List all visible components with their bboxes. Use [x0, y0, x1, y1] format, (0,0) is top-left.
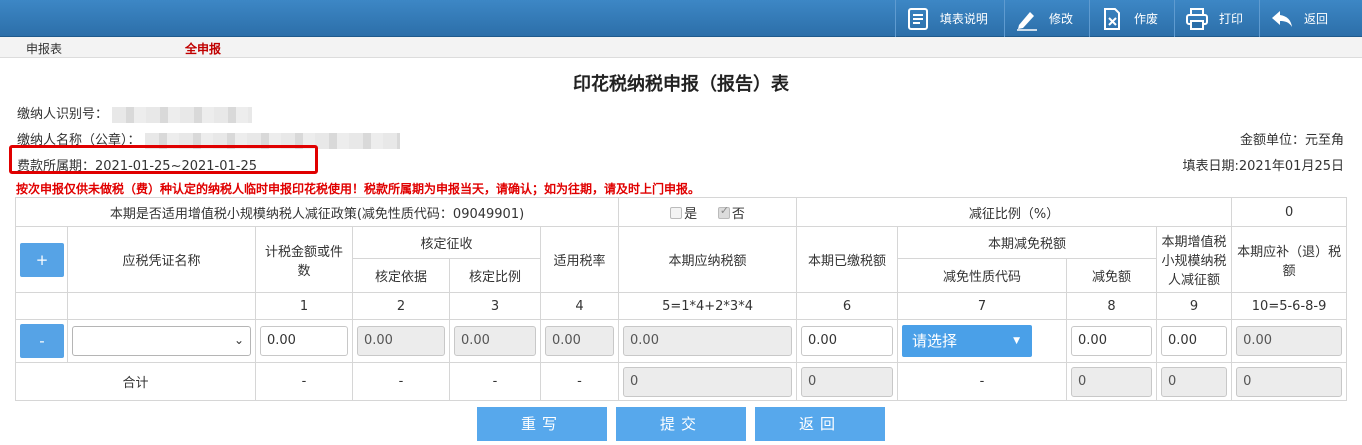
col-number: 4 — [539, 292, 620, 320]
taxpayer-id-redacted — [112, 106, 253, 123]
return-button[interactable]: 返回 — [1258, 0, 1344, 37]
warning-message: 按次申报仅供未做税（费）种认定的纳税人临时申报印花税使用！税款所属期为申报当天，… — [16, 182, 701, 196]
top-toolbar: 填表说明 修改 作废 打印 返回 — [0, 0, 1362, 37]
col-number: 2 — [352, 292, 450, 320]
pencil-icon — [1016, 11, 1037, 31]
col-number: 9 — [1156, 292, 1233, 320]
header-tax-due: 本期应补（退）税额 — [1231, 226, 1348, 293]
col-number: 3 — [449, 292, 541, 320]
col-number: 1 — [255, 292, 353, 320]
col-number: 5=1*4+2*3*4 — [618, 292, 798, 320]
header-row-1: + 应税凭证名称 计税金额或件数 核定征收 适用税率 本期应纳税额 本期已缴税额… — [15, 226, 1348, 293]
header-tax-rate: 适用税率 — [539, 226, 620, 293]
yes-checkbox[interactable] — [670, 206, 683, 219]
fill-instructions-button[interactable]: 填表说明 — [894, 0, 1004, 37]
void-label: 作废 — [1133, 12, 1158, 26]
void-button[interactable]: 作废 — [1088, 0, 1174, 37]
relief-code-value: 请选择 — [912, 332, 958, 350]
edit-button[interactable]: 修改 — [1003, 0, 1089, 37]
back-button[interactable]: 返回 — [755, 407, 885, 441]
return-label: 返回 — [1303, 12, 1328, 26]
total-vat-small-reduction: 0 — [1161, 366, 1228, 397]
tax-payable-field: 0.00 — [623, 326, 793, 356]
document-list-icon — [907, 7, 928, 30]
total-dash: - — [897, 362, 1068, 401]
form-actions: 重写 提交 返回 — [477, 407, 894, 441]
policy-row: 本期是否适用增值税小规模纳税人减征政策(减免性质代码：09049901) 是 否… — [14, 197, 1348, 227]
printer-icon — [1185, 7, 1208, 30]
taxable-amount-input[interactable]: 0.00 — [260, 326, 348, 356]
header-assessed-ratio: 核定比例 — [449, 258, 541, 293]
total-relief-amount: 0 — [1071, 366, 1153, 397]
header-tax-paid: 本期已缴税额 — [796, 226, 899, 293]
print-label: 打印 — [1218, 12, 1243, 26]
header-vat-small-reduction: 本期增值税小规模纳税人减征额 — [1156, 226, 1233, 293]
edit-label: 修改 — [1048, 12, 1073, 26]
policy-choice: 是 否 — [618, 197, 798, 227]
taxpayer-id-row: 缴纳人识别号： — [17, 103, 253, 123]
taxpayer-id-label: 缴纳人识别号： — [17, 107, 109, 122]
voucher-name-select[interactable]: ⌄ — [72, 326, 251, 356]
no-label: 否 — [731, 206, 745, 222]
back-arrow-icon — [1271, 10, 1292, 27]
column-number-row: 1 2 3 4 5=1*4+2*3*4 6 7 8 9 10=5-6-8-9 — [15, 292, 1348, 320]
tax-paid-input[interactable]: 0.00 — [801, 326, 894, 356]
breadcrumb-report[interactable]: 申报表 — [26, 40, 62, 57]
header-relief-code: 减免性质代码 — [897, 258, 1068, 293]
breadcrumb: 申报表 全申报 — [0, 37, 1362, 58]
assessed-basis-field: 0.00 — [357, 326, 445, 356]
header-taxable-amount: 计税金额或件数 — [255, 226, 353, 293]
header-tax-payable: 本期应纳税额 — [618, 226, 798, 293]
tax-declaration-table: 本期是否适用增值税小规模纳税人减征政策(减免性质代码：09049901) 是 否… — [14, 197, 1348, 401]
action-toolbar: 填表说明 修改 作废 打印 返回 — [894, 0, 1344, 37]
add-row-cell: + — [15, 226, 68, 293]
header-relief-amount: 减免额 — [1066, 258, 1158, 293]
col-number: 8 — [1066, 292, 1158, 320]
remove-row-cell: - — [15, 319, 68, 363]
policy-text: 本期是否适用增值税小规模纳税人减征政策(减免性质代码：09049901) — [14, 197, 620, 227]
submit-button[interactable]: 提交 — [616, 407, 746, 441]
no-checkbox[interactable] — [717, 204, 730, 219]
relief-code-select[interactable]: 请选择 ▼ — [902, 325, 1033, 357]
reduction-ratio-value: 0 — [1231, 197, 1348, 227]
remove-row-button[interactable]: - — [20, 324, 64, 358]
tax-due-field: 0.00 — [1236, 326, 1343, 356]
page-title: 印花税纳税申报（报告）表 — [573, 74, 789, 95]
col-number: 7 — [897, 292, 1068, 320]
header-tax-relief: 本期减免税额 — [897, 226, 1158, 259]
total-dash: - — [352, 362, 450, 401]
header-assessed-levy: 核定征收 — [352, 226, 541, 259]
total-tax-paid: 0 — [801, 366, 894, 397]
reset-button[interactable]: 重写 — [477, 407, 607, 441]
assessed-ratio-field: 0.00 — [454, 326, 536, 356]
print-button[interactable]: 打印 — [1173, 0, 1259, 37]
header-voucher-name: 应税凭证名称 — [67, 226, 256, 293]
add-row-button[interactable]: + — [20, 242, 64, 277]
tax-rate-field: 0.00 — [545, 326, 615, 356]
yes-label: 是 — [684, 206, 698, 222]
total-row: 合计 - - - - 0 0 - 0 0 0 — [15, 362, 1348, 401]
relief-amount-input[interactable]: 0.00 — [1071, 326, 1153, 356]
total-tax-due: 0 — [1236, 366, 1343, 397]
total-dash: - — [255, 362, 353, 401]
void-document-icon — [1103, 7, 1120, 30]
total-tax-payable: 0 — [623, 366, 793, 397]
caret-down-icon: ▼ — [1013, 336, 1021, 346]
breadcrumb-full-declare[interactable]: 全申报 — [185, 40, 221, 57]
vat-small-reduction-input[interactable]: 0.00 — [1161, 326, 1228, 356]
fill-instructions-label: 填表说明 — [939, 12, 988, 26]
fill-date: 填表日期:2021年01月25日 — [1182, 159, 1344, 174]
col-number: 6 — [796, 292, 899, 320]
header-assessed-basis: 核定依据 — [352, 258, 450, 293]
total-label: 合计 — [15, 362, 256, 401]
currency-unit: 金额单位：元至角 — [1239, 133, 1344, 148]
highlight-box — [9, 145, 318, 174]
total-dash: - — [539, 362, 620, 401]
table-row: - ⌄ 0.00 0.00 0.00 0.00 0.00 0.00 请选择 ▼ … — [15, 319, 1348, 363]
total-dash: - — [449, 362, 541, 401]
reduction-ratio-label: 减征比例（%） — [796, 197, 1233, 227]
chevron-down-icon: ⌄ — [233, 333, 244, 347]
col-number: 10=5-6-8-9 — [1231, 292, 1348, 320]
